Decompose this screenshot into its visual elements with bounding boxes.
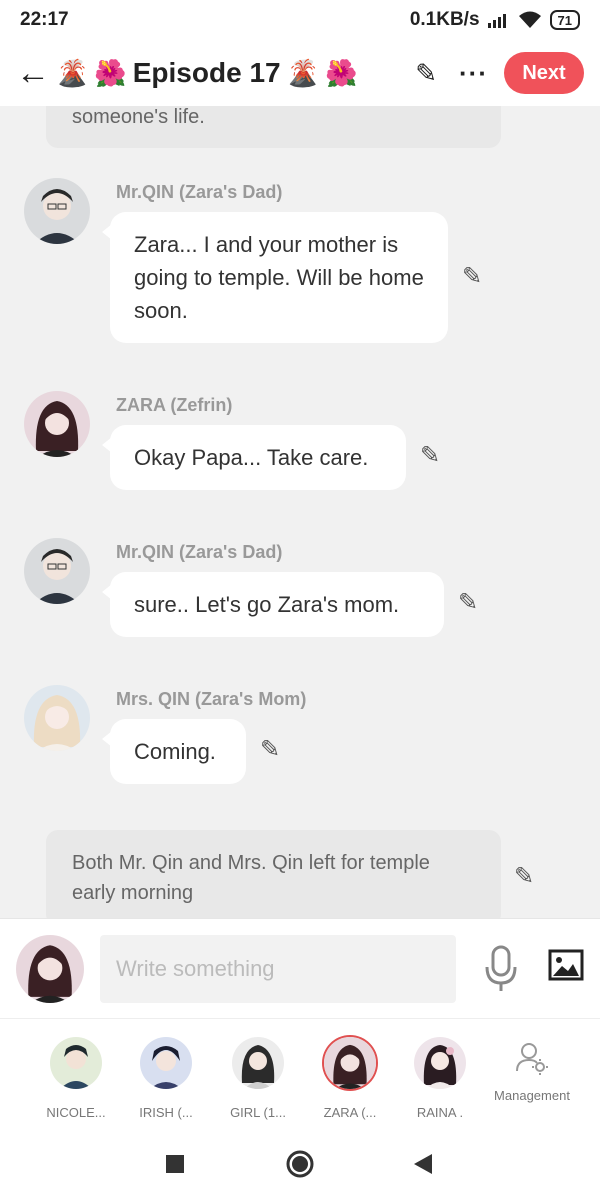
- character-item[interactable]: GIRL (1...: [218, 1037, 298, 1120]
- sender-name: Mrs. QIN (Zara's Mom): [116, 689, 307, 709]
- message-item: Mr.QIN (Zara's Dad) Zara... I and your m…: [24, 178, 584, 348]
- character-name: GIRL (1...: [230, 1105, 286, 1120]
- message-text: Coming.: [134, 739, 216, 764]
- message-item: Mr.QIN (Zara's Dad) sure.. Let's go Zara…: [24, 538, 584, 638]
- signal-icon: [487, 14, 506, 28]
- wifi-icon: [518, 11, 541, 28]
- current-character-avatar[interactable]: [16, 935, 84, 1003]
- character-name: NICOLE...: [46, 1105, 106, 1120]
- avatar[interactable]: [24, 538, 90, 604]
- message-text: sure.. Let's go Zara's mom.: [134, 592, 400, 617]
- avatar: [324, 1037, 376, 1089]
- pencil-icon[interactable]: ✎: [462, 262, 482, 291]
- status-time: 22:17: [20, 9, 69, 30]
- management-user-gear-icon: [516, 1043, 548, 1075]
- nav-square-icon[interactable]: [166, 1155, 184, 1173]
- narration-bubble[interactable]: Both Mr. Qin and Mrs. Qin left for templ…: [46, 830, 501, 918]
- header-bar: ← 🌋 🌺 Episode 17 🌋 🌺 ✎ ··· Next: [0, 40, 600, 106]
- more-icon[interactable]: ···: [459, 58, 488, 89]
- episode-title: 🌋 🌺 Episode 17 🌋 🌺: [56, 57, 415, 89]
- management-label: Management: [494, 1088, 570, 1103]
- message-bubble[interactable]: Zara... I and your mother is going to te…: [102, 212, 448, 343]
- chat-area[interactable]: someone's life. Mr.QIN (Zara's Dad) Zara…: [0, 106, 600, 918]
- narration-text: someone's life.: [72, 106, 205, 128]
- character-item[interactable]: NICOLE...: [36, 1037, 116, 1120]
- system-nav-bar: [0, 1128, 600, 1200]
- character-name: ZARA (...: [323, 1105, 377, 1120]
- sender-name: Mr.QIN (Zara's Dad): [116, 542, 283, 562]
- pencil-icon[interactable]: ✎: [260, 735, 280, 764]
- message-text: Okay Papa... Take care.: [134, 445, 369, 470]
- episode-title-text: Episode 17: [132, 57, 281, 88]
- character-name: IRISH (...: [139, 1105, 193, 1120]
- sender-name: ZARA (Zefrin): [116, 395, 233, 415]
- status-right: 0.1KB/s 71: [410, 9, 580, 31]
- back-arrow-icon[interactable]: ←: [16, 54, 56, 93]
- narration-text: Both Mr. Qin and Mrs. Qin left for templ…: [72, 852, 430, 904]
- avatar: [414, 1037, 466, 1089]
- pencil-icon[interactable]: ✎: [458, 588, 478, 617]
- message-item: Mrs. QIN (Zara's Mom) Coming. ✎: [24, 685, 584, 785]
- volcano-emoji: 🌋: [286, 57, 319, 88]
- sender-name: Mr.QIN (Zara's Dad): [116, 182, 283, 202]
- pencil-icon[interactable]: ✎: [514, 862, 534, 891]
- narration-bubble[interactable]: someone's life.: [46, 106, 501, 148]
- message-text: Zara... I and your mother is going to te…: [134, 232, 424, 323]
- battery-indicator: 71: [549, 10, 580, 30]
- hibiscus-emoji: 🌺: [324, 57, 358, 88]
- status-bar: 22:17 0.1KB/s 71: [0, 0, 600, 40]
- nav-home-icon[interactable]: [286, 1150, 314, 1178]
- message-bubble[interactable]: Coming.: [102, 719, 246, 784]
- avatar[interactable]: [24, 391, 90, 457]
- message-item: ZARA (Zefrin) Okay Papa... Take care. ✎: [24, 391, 584, 491]
- composer-bar: [0, 918, 600, 1018]
- management-button[interactable]: Management: [486, 1041, 578, 1103]
- avatar: [140, 1037, 192, 1089]
- nav-back-icon[interactable]: [414, 1154, 432, 1174]
- microphone-icon[interactable]: [484, 945, 518, 993]
- message-bubble[interactable]: sure.. Let's go Zara's mom.: [102, 572, 444, 637]
- pencil-icon[interactable]: ✎: [415, 58, 437, 89]
- character-name: RAINA .: [416, 1105, 464, 1120]
- message-input[interactable]: [100, 935, 456, 1003]
- character-bar: NICOLE... IRISH (... GIRL (1... ZARA (..…: [0, 1018, 600, 1128]
- character-item[interactable]: IRISH (...: [126, 1037, 206, 1120]
- avatar[interactable]: [24, 685, 90, 751]
- image-icon[interactable]: [548, 949, 584, 981]
- next-button[interactable]: Next: [504, 52, 584, 94]
- message-bubble[interactable]: Okay Papa... Take care.: [102, 425, 406, 490]
- avatar[interactable]: [24, 178, 90, 244]
- volcano-emoji: 🌋: [56, 57, 89, 88]
- character-item-selected[interactable]: ZARA (...: [310, 1037, 390, 1120]
- character-item[interactable]: RAINA .: [400, 1037, 480, 1120]
- pencil-icon[interactable]: ✎: [420, 441, 440, 470]
- hibiscus-emoji: 🌺: [94, 57, 127, 88]
- network-speed: 0.1KB/s: [409, 9, 480, 30]
- avatar: [50, 1037, 102, 1089]
- avatar: [232, 1037, 284, 1089]
